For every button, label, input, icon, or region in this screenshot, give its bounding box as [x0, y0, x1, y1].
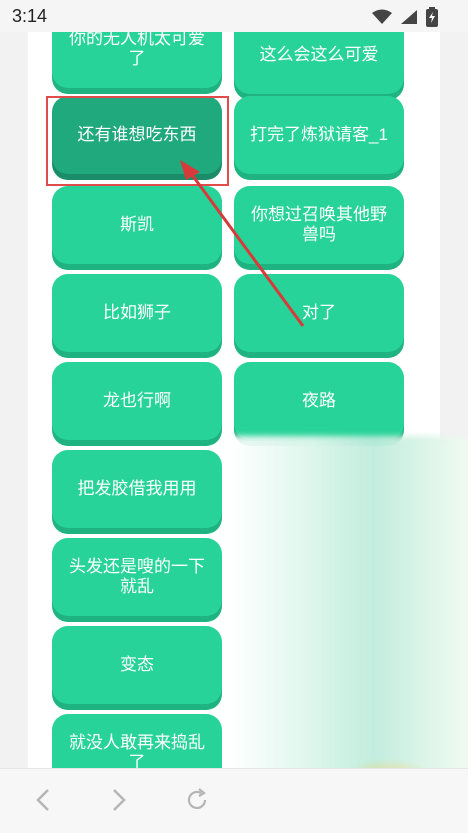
annotation-arrow-head: [180, 160, 200, 180]
browser-nav-bar: [0, 768, 468, 833]
refresh-icon[interactable]: [184, 787, 210, 813]
back-icon[interactable]: [30, 787, 56, 813]
annotation-arrow-line: [188, 171, 305, 327]
forward-icon[interactable]: [106, 787, 132, 813]
